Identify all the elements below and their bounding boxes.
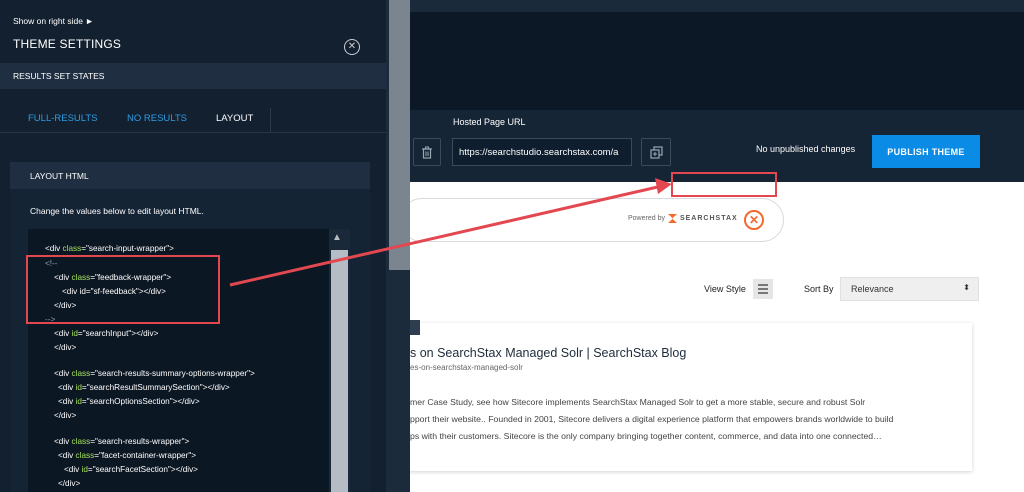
annotation-arrow-icon	[229, 178, 672, 287]
